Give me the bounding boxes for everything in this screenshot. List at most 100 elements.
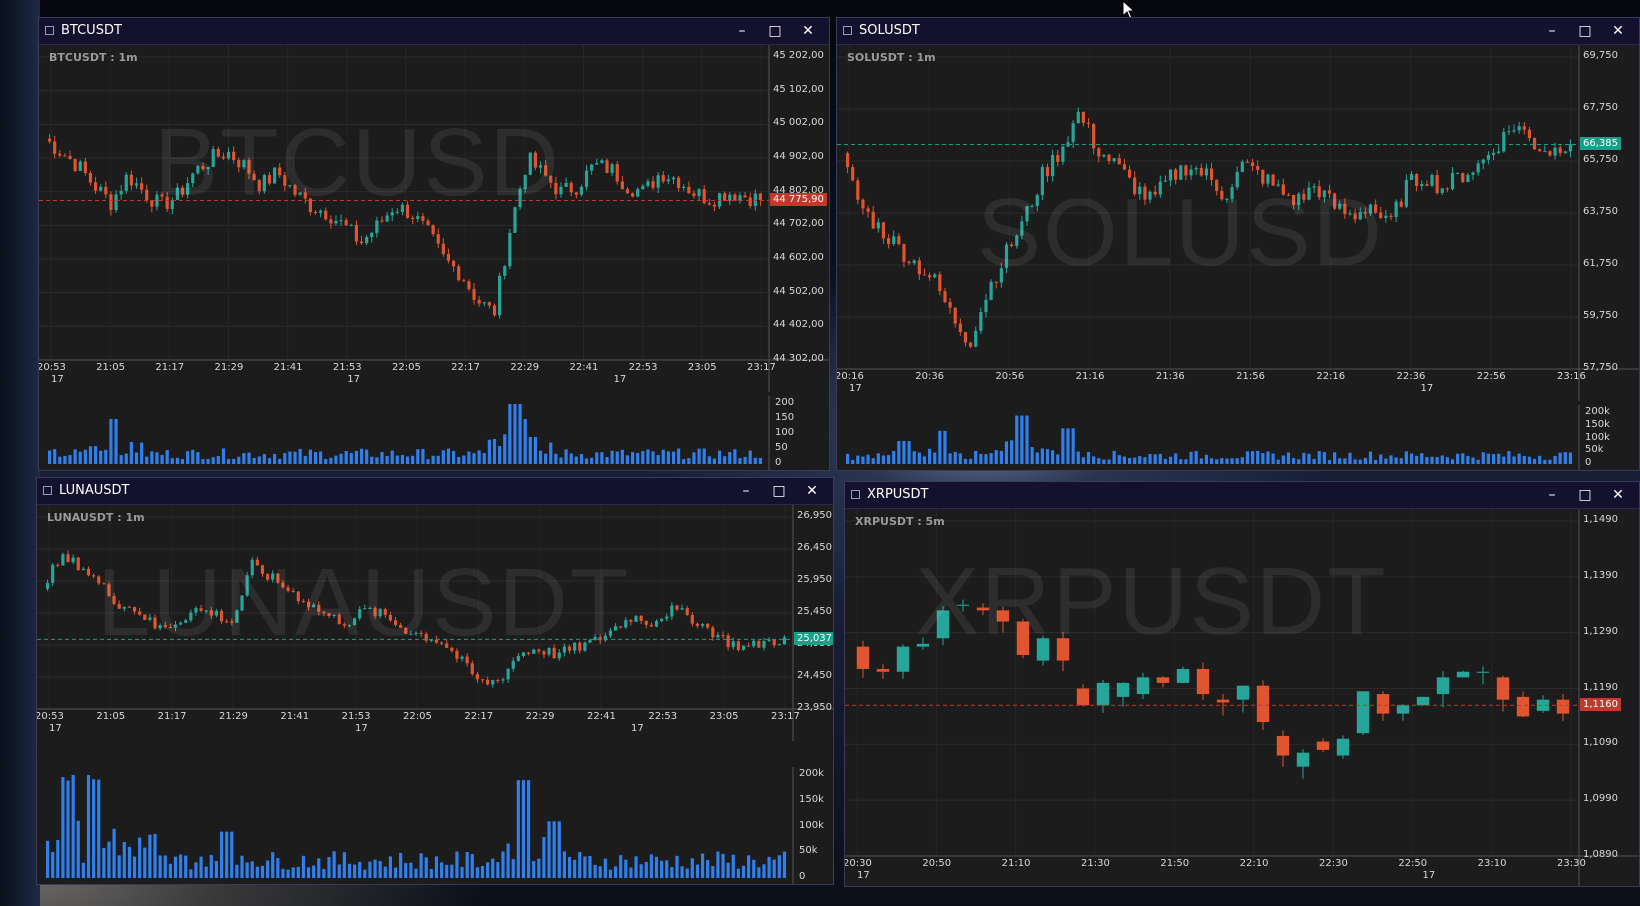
volume-bar xyxy=(1271,453,1275,464)
window-menu-icon[interactable] xyxy=(851,490,860,499)
price-chart-svg[interactable] xyxy=(845,509,1639,887)
candle-body xyxy=(306,601,311,608)
time-axis-label: 23:10 xyxy=(1477,858,1507,869)
maximize-button[interactable]: □ xyxy=(1570,19,1600,43)
volume-bar xyxy=(579,453,584,464)
volume-bar xyxy=(721,853,725,878)
candle-body xyxy=(1563,151,1567,153)
candle-body xyxy=(472,289,476,300)
volume-bar xyxy=(670,867,674,878)
candle-body xyxy=(501,679,505,681)
chart-window-lunausdt[interactable]: LUNAUSDT – □ ✕ LUNAUSDT LUNAUSDT : 1m 26,950 26… xyxy=(36,477,834,885)
volume-bar xyxy=(455,851,459,878)
price-pane[interactable]: LUNAUSDT LUNAUSDT : 1m 26,950 26,450 25,950 2… xyxy=(37,505,833,741)
candle-body xyxy=(574,192,578,195)
volume-bar xyxy=(1363,457,1367,464)
volume-bar xyxy=(948,453,952,464)
candle-body xyxy=(1236,685,1250,700)
candle-body xyxy=(327,613,331,616)
volume-bar xyxy=(424,857,428,878)
price-axis-label: 69,750 xyxy=(1583,50,1618,61)
volume-bar xyxy=(140,442,144,464)
candle-body xyxy=(753,193,757,206)
candle-body xyxy=(324,210,328,220)
candle-body xyxy=(301,601,306,603)
volume-bar xyxy=(214,861,219,878)
volume-bar xyxy=(78,451,82,464)
price-axis-label: 1,0990 xyxy=(1583,793,1618,805)
price-chart-svg[interactable] xyxy=(837,45,1639,401)
volume-chart-svg[interactable] xyxy=(39,396,829,471)
volume-bar xyxy=(496,862,500,878)
volume-bar xyxy=(1102,459,1106,464)
volume-bar xyxy=(716,851,720,878)
candle-body xyxy=(984,299,988,313)
title-bar[interactable]: XRPUSDT – □ ✕ xyxy=(845,482,1639,509)
volume-bar xyxy=(104,449,108,464)
close-button[interactable]: ✕ xyxy=(1603,483,1633,507)
minimize-button[interactable]: – xyxy=(731,479,761,503)
price-chart-svg[interactable] xyxy=(37,505,833,741)
maximize-button[interactable]: □ xyxy=(1570,483,1600,507)
candle-body xyxy=(1209,168,1214,180)
candle-body xyxy=(608,630,613,636)
candle-body xyxy=(247,160,251,174)
candle-body xyxy=(475,674,479,680)
candle-body xyxy=(492,305,497,316)
candle-body xyxy=(665,616,669,619)
volume-bar xyxy=(194,862,198,878)
volume-bar xyxy=(1220,458,1224,464)
price-pane[interactable]: XRPUSDT XRPUSDT : 5m 1,1490 1,1390 1,1290 1,1… xyxy=(845,509,1639,887)
candle-body xyxy=(470,663,474,675)
volume-bar xyxy=(319,451,323,464)
chart-window-xrpusdt[interactable]: XRPUSDT – □ ✕ XRPUSDT XRPUSDT : 5m 1,1490 1,139… xyxy=(844,481,1640,887)
price-pane[interactable]: SOLUSD SOLUSDT : 1m 69,750 67,750 65,750 63,7… xyxy=(837,45,1639,401)
candle-body xyxy=(237,159,241,168)
candle-body xyxy=(1558,147,1562,153)
minimize-button[interactable]: – xyxy=(1537,19,1567,43)
title-bar[interactable]: SOLUSDT – □ ✕ xyxy=(837,18,1639,45)
minimize-button[interactable]: – xyxy=(727,19,757,43)
candle-body xyxy=(225,621,229,623)
window-menu-icon[interactable] xyxy=(43,486,52,495)
chart-window-btcusdt[interactable]: BTCUSDT – □ ✕ BTCUSD BTCUSDT : 1m 45 202,00 45 … xyxy=(38,17,830,471)
title-bar[interactable]: BTCUSDT – □ ✕ xyxy=(39,18,829,45)
volume-pane[interactable]: 200k 150k 100k 50k 0 xyxy=(37,767,833,885)
candle-body xyxy=(969,342,973,347)
volume-bar xyxy=(165,450,169,464)
close-button[interactable]: ✕ xyxy=(1603,19,1633,43)
price-axis-label: 65,750 xyxy=(1583,154,1618,165)
volume-axis-label: 0 xyxy=(775,457,782,468)
volume-bar xyxy=(593,864,597,878)
title-bar[interactable]: LUNAUSDT – □ ✕ xyxy=(37,478,833,505)
volume-bar xyxy=(747,855,751,878)
chart-window-solusdt[interactable]: SOLUSDT – □ ✕ SOLUSD SOLUSDT : 1m 69,750 67,750… xyxy=(836,17,1640,471)
volume-pane[interactable]: 200k 150k 100k 50k 0 xyxy=(837,405,1639,471)
minimize-button[interactable]: – xyxy=(1537,483,1567,507)
candle-body xyxy=(358,609,362,619)
volume-bar xyxy=(501,851,505,878)
close-button[interactable]: ✕ xyxy=(793,19,823,43)
volume-axis-label: 200 xyxy=(775,397,795,408)
window-menu-icon[interactable] xyxy=(45,26,54,35)
candle-body xyxy=(477,299,481,304)
candle-body xyxy=(1136,677,1150,695)
volume-bar xyxy=(1527,456,1532,464)
volume-chart-svg[interactable] xyxy=(837,405,1639,471)
time-axis-label: 22:53 xyxy=(628,362,658,373)
volume-bar xyxy=(66,780,70,878)
volume-chart-svg[interactable] xyxy=(37,767,833,885)
price-chart-svg[interactable] xyxy=(39,45,829,392)
volume-pane[interactable]: 200 150 100 50 0 xyxy=(39,396,829,471)
close-button[interactable]: ✕ xyxy=(797,479,827,503)
candle-body xyxy=(487,302,491,306)
candle-body xyxy=(337,614,341,625)
window-menu-icon[interactable] xyxy=(843,26,852,35)
time-axis-label: 22:50 xyxy=(1398,858,1428,869)
maximize-button[interactable]: □ xyxy=(764,479,794,503)
price-pane[interactable]: BTCUSD BTCUSDT : 1m 45 202,00 45 102,00 45 0… xyxy=(39,45,829,392)
maximize-button[interactable]: □ xyxy=(760,19,790,43)
volume-bar xyxy=(547,821,551,878)
volume-bar xyxy=(733,449,737,464)
candle-body xyxy=(293,185,297,195)
